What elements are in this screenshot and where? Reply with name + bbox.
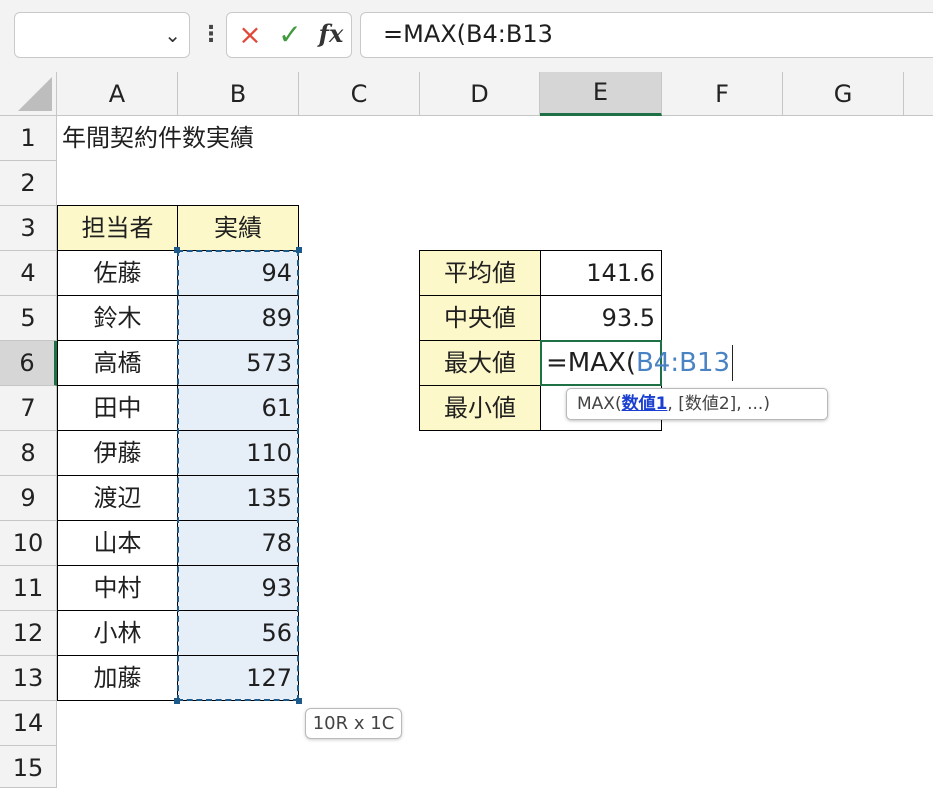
stat-label-min[interactable]: 最小値 — [419, 385, 541, 431]
name-cell[interactable]: 高橋 — [57, 340, 178, 386]
chevron-down-icon[interactable]: ⌄ — [164, 23, 181, 47]
name-cell[interactable]: 田中 — [57, 385, 178, 431]
range-handle[interactable] — [174, 247, 180, 253]
range-reference-marquee — [177, 250, 299, 701]
column-header-d[interactable]: D — [420, 72, 540, 116]
range-handle[interactable] — [174, 698, 180, 704]
row-header-7[interactable]: 7 — [0, 386, 57, 431]
row-header-2[interactable]: 2 — [0, 161, 57, 206]
tooltip-arg-link[interactable]: 数値1 — [622, 394, 668, 414]
row-header-11[interactable]: 11 — [0, 566, 57, 611]
row-header-3[interactable]: 3 — [0, 206, 57, 251]
enter-check-icon[interactable]: ✓ — [275, 18, 305, 52]
column-header-h[interactable] — [904, 72, 933, 116]
text-caret — [732, 345, 733, 381]
range-handle[interactable] — [296, 698, 302, 704]
name-cell[interactable]: 渡辺 — [57, 475, 178, 521]
row-header-6[interactable]: 6 — [0, 341, 57, 386]
row-header-15[interactable]: 15 — [0, 746, 57, 788]
name-cell[interactable]: 加藤 — [57, 655, 178, 701]
name-cell[interactable]: 山本 — [57, 520, 178, 566]
column-header-e[interactable]: E — [540, 72, 662, 116]
column-header-c[interactable]: C — [299, 72, 420, 116]
row-header-5[interactable]: 5 — [0, 296, 57, 341]
row-header-4[interactable]: 4 — [0, 251, 57, 296]
row-header-9[interactable]: 9 — [0, 476, 57, 521]
function-argument-tooltip: MAX(数値1, [数値2], ...) — [566, 388, 828, 420]
column-header-b[interactable]: B — [178, 72, 299, 116]
formula-input[interactable]: =MAX(B4:B13 — [360, 12, 933, 58]
name-cell[interactable]: 伊藤 — [57, 430, 178, 476]
column-header-a[interactable]: A — [57, 72, 178, 116]
name-cell[interactable]: 中村 — [57, 565, 178, 611]
name-box[interactable]: ⌄ — [14, 12, 190, 58]
stat-label-max[interactable]: 最大値 — [419, 340, 541, 386]
formula-text: =MAX(B4:B13 — [383, 20, 553, 48]
select-all-button[interactable] — [0, 72, 57, 116]
column-header-f[interactable]: F — [662, 72, 783, 116]
name-cell[interactable]: 小林 — [57, 610, 178, 656]
tooltip-rest: , [数値2], ...) — [667, 394, 770, 414]
row-header-14[interactable]: 14 — [0, 701, 57, 746]
edit-prefix: =MAX( — [546, 348, 636, 378]
sheet-title[interactable]: 年間契約件数実績 — [62, 116, 254, 161]
cancel-icon[interactable]: × — [236, 18, 264, 52]
row-header-8[interactable]: 8 — [0, 431, 57, 476]
header-cell-tantousha[interactable]: 担当者 — [57, 205, 178, 251]
range-handle[interactable] — [296, 247, 302, 253]
row-header-10[interactable]: 10 — [0, 521, 57, 566]
name-cell[interactable]: 佐藤 — [57, 250, 178, 296]
tooltip-function: MAX( — [577, 394, 622, 414]
row-header-12[interactable]: 12 — [0, 611, 57, 656]
name-cell[interactable]: 鈴木 — [57, 295, 178, 341]
stat-label-median[interactable]: 中央値 — [419, 295, 541, 341]
column-header-g[interactable]: G — [783, 72, 904, 116]
stat-value-median[interactable]: 93.5 — [540, 295, 662, 341]
edit-reference: B4:B13 — [635, 348, 731, 378]
insert-function-icon[interactable]: fx — [314, 16, 348, 52]
stat-value-average[interactable]: 141.6 — [540, 250, 662, 296]
stat-label-average[interactable]: 平均値 — [419, 250, 541, 296]
more-options-icon[interactable]: ⋮ — [200, 17, 222, 53]
cell-edit-text[interactable]: =MAX(B4:B13 — [546, 340, 730, 386]
row-header-13[interactable]: 13 — [0, 656, 57, 701]
row-header-1[interactable]: 1 — [0, 116, 57, 161]
header-cell-jisseki[interactable]: 実績 — [177, 205, 299, 251]
selection-size-tooltip: 10R x 1C — [305, 708, 402, 739]
